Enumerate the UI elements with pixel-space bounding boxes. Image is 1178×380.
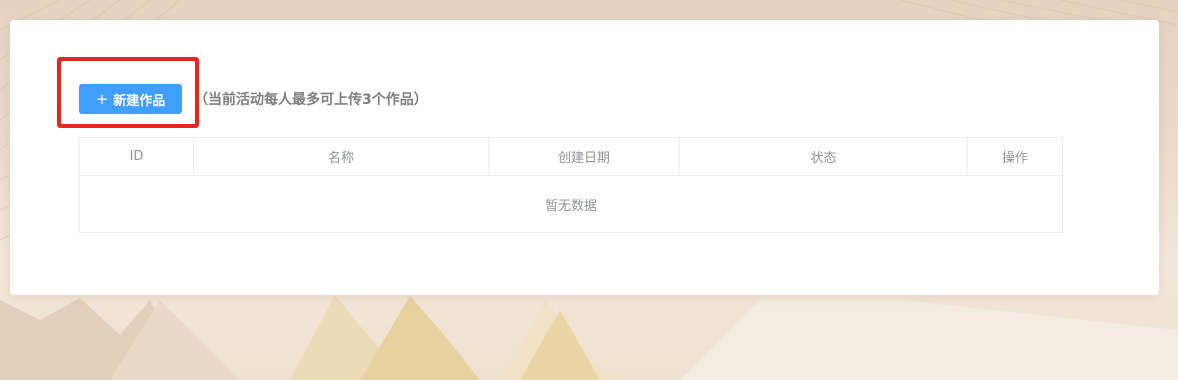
column-header-created-date: 创建日期: [489, 138, 680, 175]
new-work-label: 新建作品: [113, 93, 166, 109]
plus-icon: +: [95, 89, 109, 108]
table-header: ID 名称 创建日期 状态 操作: [80, 138, 1062, 176]
empty-state-text: 暂无数据: [544, 199, 597, 214]
new-work-button[interactable]: + 新建作品: [79, 84, 182, 114]
upload-limit-hint: （当前活动每人最多可上传3个作品）: [194, 92, 428, 108]
column-header-status: 状态: [680, 138, 968, 175]
column-header-actions: 操作: [1001, 151, 1028, 166]
column-header-id: ID: [80, 138, 194, 175]
works-table: ID 名称 创建日期 状态 操作 暂无数据: [79, 137, 1063, 233]
column-header-name: 名称: [194, 138, 489, 175]
